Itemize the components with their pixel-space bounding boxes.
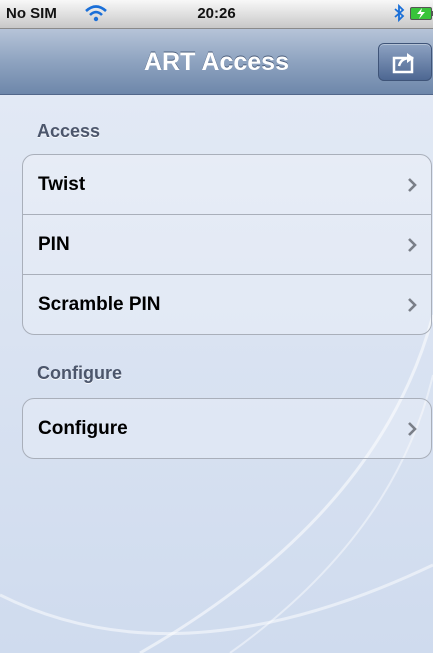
chevron-right-icon [408,238,417,252]
cell-label: PIN [38,234,70,255]
cell-label: Scramble PIN [38,294,161,315]
navigation-bar: ART Access [0,29,433,95]
pin-cell[interactable]: PIN [23,215,431,275]
configure-cell[interactable]: Configure [23,399,431,458]
share-action-icon [392,53,414,74]
battery-charging-icon [410,7,433,20]
cell-label: Configure [38,418,128,439]
table-view[interactable]: Access Twist PIN Scramble PIN Configure … [0,95,433,653]
section-header-access: Access [37,121,101,141]
section-header-configure: Configure [37,363,122,383]
share-button[interactable] [378,43,432,81]
bluetooth-icon [392,3,406,23]
configure-group: Configure [22,398,432,459]
chevron-right-icon [408,298,417,312]
status-time: 20:26 [197,5,236,22]
access-group: Twist PIN Scramble PIN [22,154,432,335]
twist-cell[interactable]: Twist [23,155,431,215]
status-bar: No SIM 20:26 [0,0,433,29]
chevron-right-icon [408,422,417,436]
chevron-right-icon [408,178,417,192]
cell-label: Twist [38,174,86,195]
scramble-pin-cell[interactable]: Scramble PIN [23,275,431,334]
page-title: ART Access [144,48,289,76]
